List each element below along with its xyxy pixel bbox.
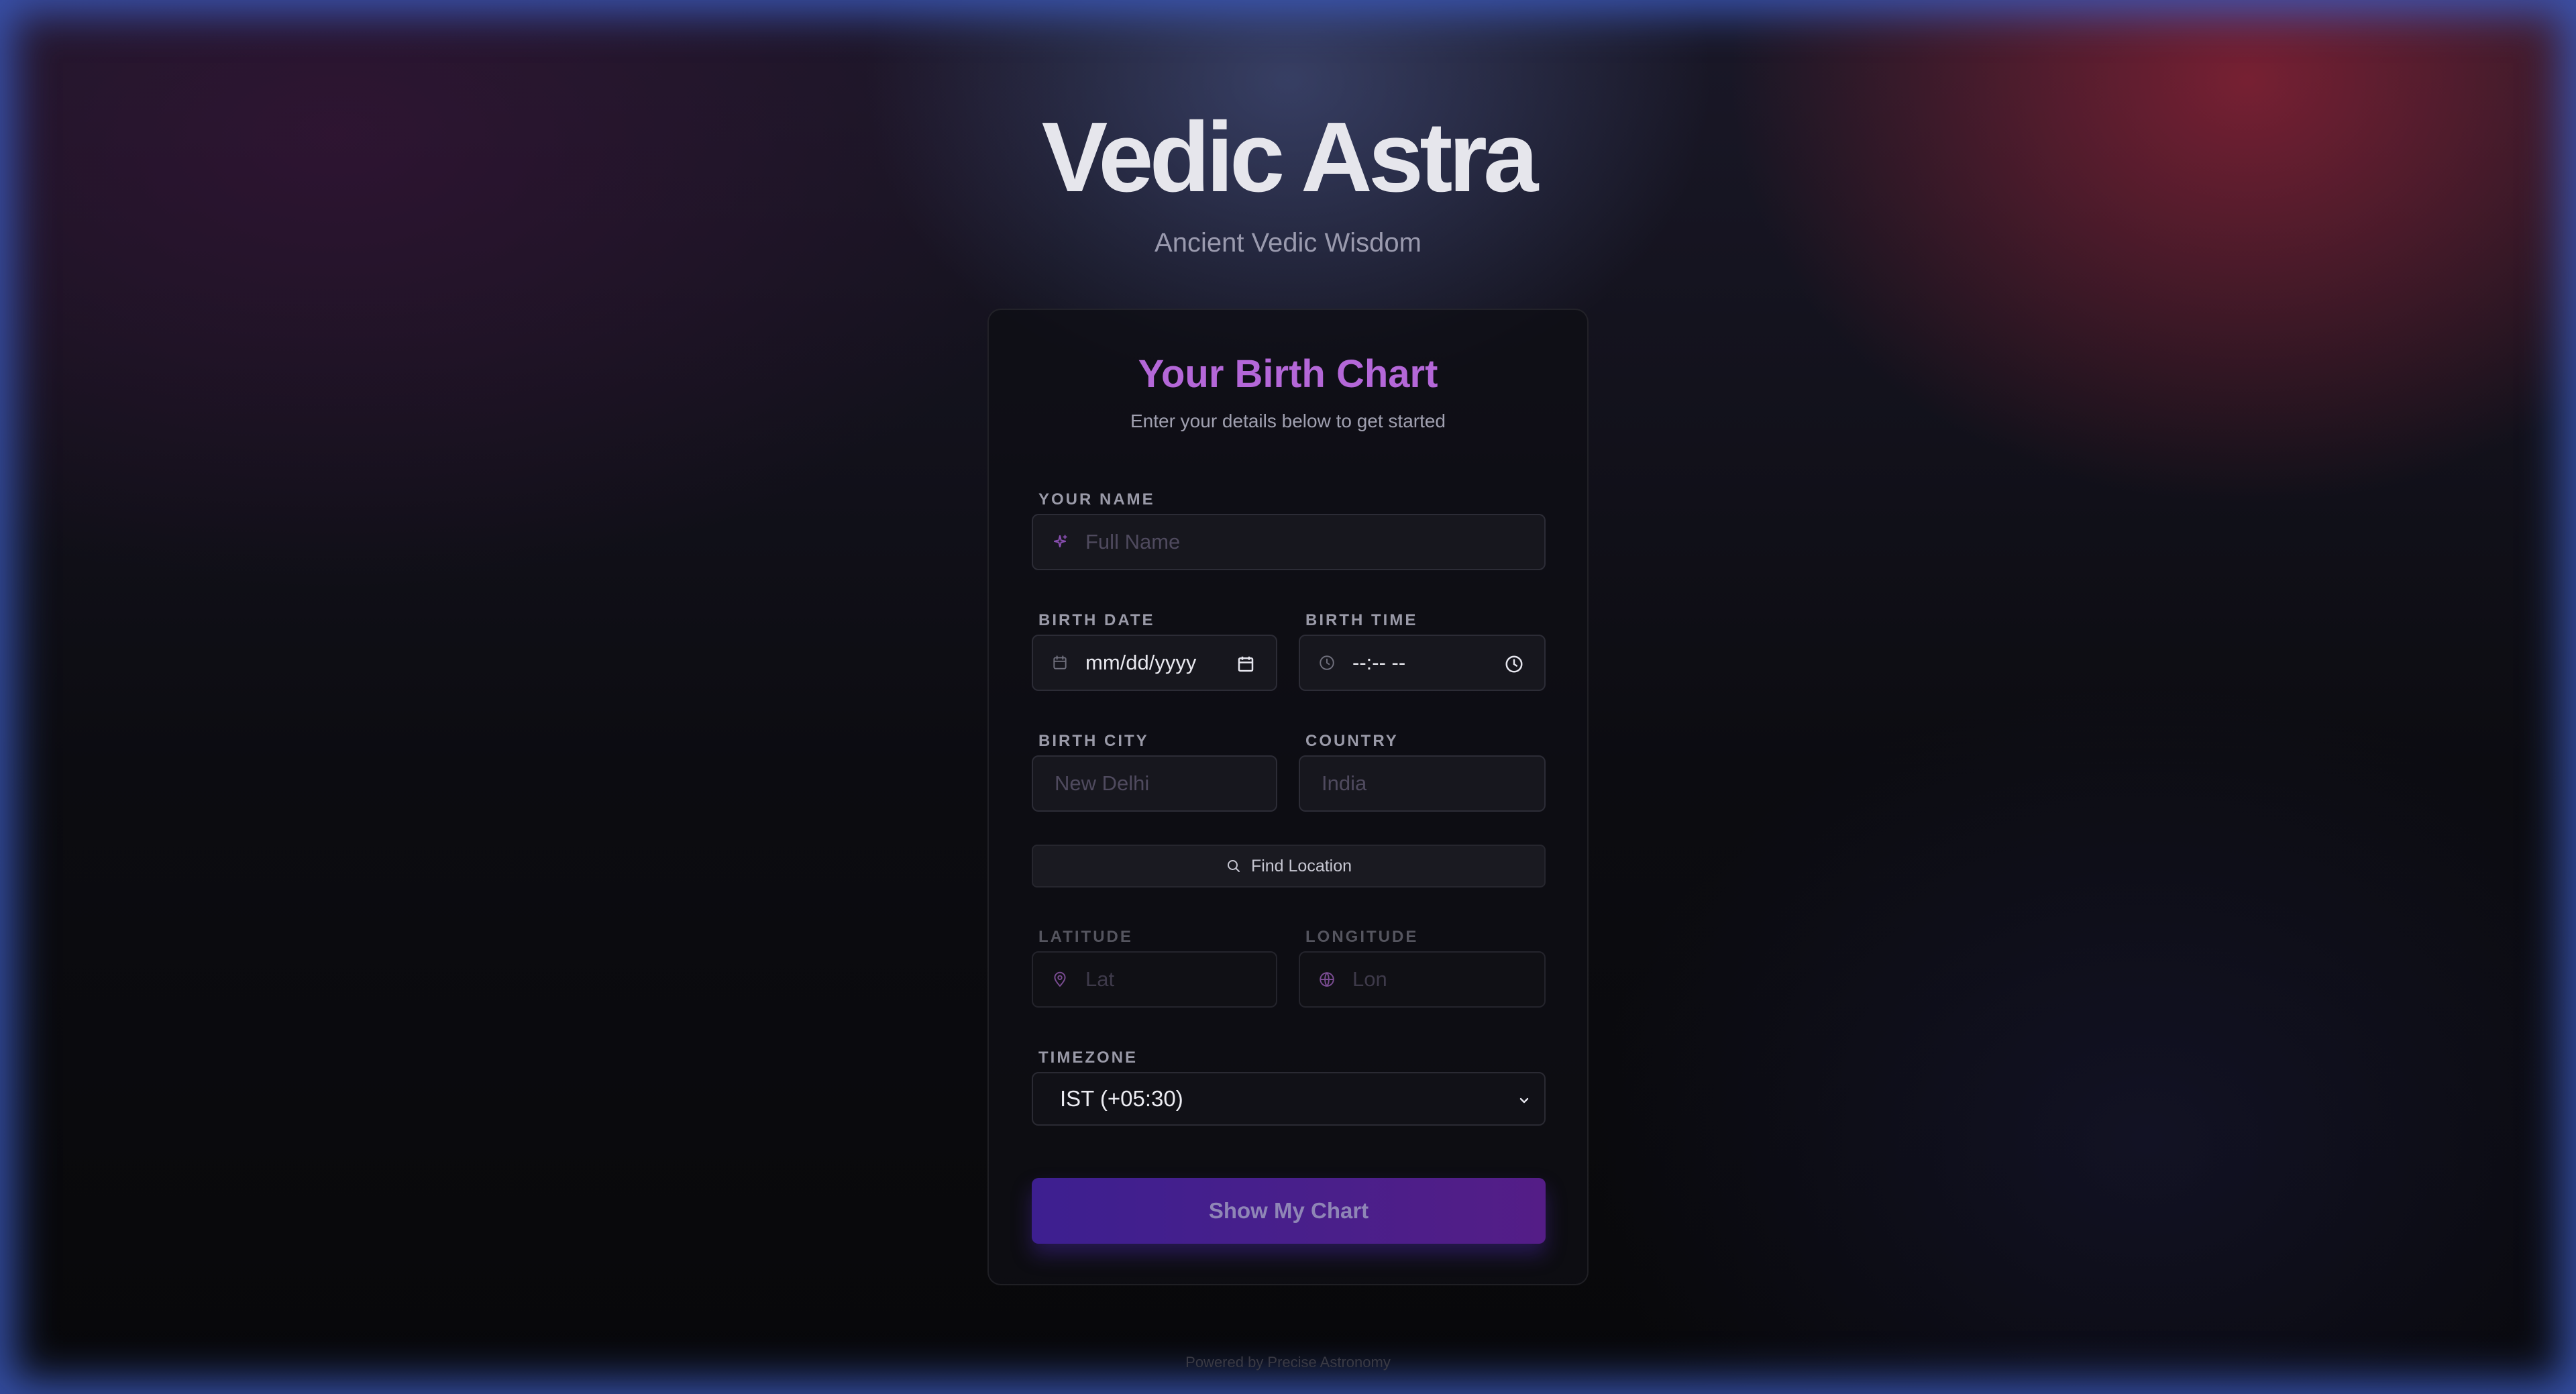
country-input[interactable]: India [1299, 755, 1546, 812]
birth-time-value: --:-- -- [1352, 651, 1406, 674]
header: Vedic Astra Ancient Vedic Wisdom [0, 101, 2576, 260]
app-subtitle: Ancient Vedic Wisdom [1155, 228, 1421, 258]
latitude-placeholder: Lat [1085, 967, 1115, 991]
birth-date-value: mm/dd/yyyy [1085, 651, 1197, 674]
globe-icon [1318, 970, 1336, 989]
birth-time-label: BIRTH TIME [1305, 611, 1418, 629]
clock-icon [1318, 653, 1336, 672]
birth-date-label: BIRTH DATE [1038, 611, 1155, 629]
country-placeholder: India [1322, 771, 1367, 795]
date-picker-icon[interactable] [1236, 654, 1256, 674]
search-icon [1226, 858, 1242, 874]
birth-city-placeholder: New Delhi [1055, 771, 1150, 795]
birth-city-label: BIRTH CITY [1038, 732, 1149, 750]
find-location-button[interactable]: Find Location [1032, 845, 1546, 888]
name-label: YOUR NAME [1038, 490, 1155, 508]
longitude-label: LONGITUDE [1305, 928, 1419, 946]
sparkles-icon [1051, 533, 1069, 551]
timezone-selected-value: IST (+05:30) [1060, 1086, 1183, 1111]
map-pin-icon [1051, 970, 1069, 989]
find-location-label: Find Location [1250, 856, 1352, 875]
app-title: Vedic Astra [1041, 102, 1539, 213]
longitude-input[interactable]: Lon [1299, 951, 1546, 1008]
birth-city-input[interactable]: New Delhi [1032, 755, 1277, 812]
birth-time-input[interactable]: --:-- -- [1299, 635, 1546, 691]
calendar-icon [1051, 653, 1069, 672]
footer-text: Powered by Precise Astronomy [1185, 1354, 1391, 1371]
latitude-label: LATITUDE [1038, 928, 1133, 946]
country-label: COUNTRY [1305, 732, 1399, 750]
longitude-placeholder: Lon [1352, 967, 1387, 991]
name-placeholder: Full Name [1085, 530, 1181, 553]
name-input[interactable]: Full Name [1032, 514, 1546, 570]
time-picker-icon[interactable] [1504, 654, 1524, 674]
chevron-down-icon [1516, 1092, 1532, 1108]
form-subtitle: Enter your details below to get started [1130, 411, 1446, 431]
birth-date-input[interactable]: mm/dd/yyyy [1032, 635, 1277, 691]
latitude-input[interactable]: Lat [1032, 951, 1277, 1008]
timezone-select[interactable]: IST (+05:30) [1032, 1072, 1546, 1126]
birth-chart-form-card: Your Birth Chart Enter your details belo… [987, 309, 1589, 1285]
show-chart-button[interactable]: Show My Chart [1032, 1178, 1546, 1244]
form-title: Your Birth Chart [1138, 352, 1438, 396]
timezone-label: TIMEZONE [1038, 1049, 1138, 1067]
